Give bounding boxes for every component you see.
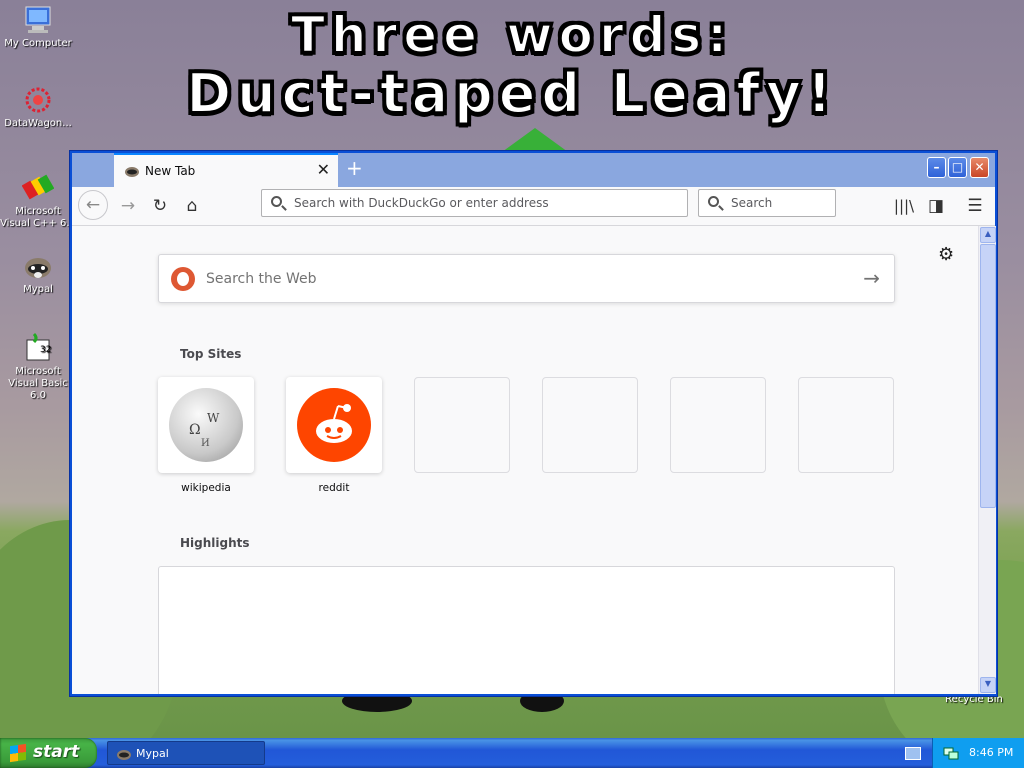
tab-strip: New Tab ✕ + – □ ✕ xyxy=(72,153,995,187)
desktop-icon-datawagon[interactable]: DataWagon... xyxy=(0,84,76,130)
visual-basic-icon: 32 xyxy=(22,332,54,364)
top-site-tile-wikipedia[interactable]: ΩW И xyxy=(158,377,254,473)
mypal-icon xyxy=(22,250,54,282)
web-search-box[interactable]: Search the Web → xyxy=(158,254,895,303)
wikipedia-icon: ΩW И xyxy=(169,388,243,462)
desktop-icon-label: Mypal xyxy=(23,284,53,295)
keyboard-icon[interactable] xyxy=(905,747,921,760)
top-site-tile-empty[interactable] xyxy=(670,377,766,473)
highlights-panel xyxy=(158,566,895,694)
search-placeholder: Search xyxy=(731,196,773,210)
meme-caption-line2: Duct-taped Leafy! xyxy=(185,61,838,126)
address-bar[interactable]: Search with DuckDuckGo or enter address xyxy=(261,189,688,217)
windows-logo-icon xyxy=(10,743,26,763)
search-icon xyxy=(271,196,282,207)
top-site-label: wikipedia xyxy=(181,482,231,494)
svg-text:32: 32 xyxy=(40,345,51,355)
highlights-heading: Highlights xyxy=(180,536,250,550)
address-placeholder: Search with DuckDuckGo or enter address xyxy=(294,196,549,210)
scroll-up-button[interactable]: ▲ xyxy=(980,227,996,243)
close-tab-icon[interactable]: ✕ xyxy=(317,160,330,179)
duckduckgo-icon xyxy=(171,267,195,291)
visual-cpp-icon xyxy=(21,172,55,204)
sidebar-icon[interactable]: ◨ xyxy=(922,192,950,220)
back-button[interactable]: ← xyxy=(78,190,108,220)
scroll-down-button[interactable]: ▼ xyxy=(980,677,996,693)
top-site-tile-empty[interactable] xyxy=(414,377,510,473)
forward-button[interactable]: → xyxy=(114,192,142,220)
vertical-scrollbar[interactable]: ▲ ▼ xyxy=(978,226,996,694)
desktop-icon-label: Microsoft Visual Basic 6.0 xyxy=(8,366,68,401)
desktop-icon-visual-basic[interactable]: 32 Microsoft Visual Basic 6.0 xyxy=(0,332,76,402)
taskbar-item-mypal[interactable]: Mypal xyxy=(107,741,265,765)
desktop-icon-label: Microsoft Visual C++ 6.0 xyxy=(0,206,76,229)
desktop-icon-label: My Computer xyxy=(4,38,72,49)
start-label: start xyxy=(33,742,80,762)
search-icon xyxy=(708,196,719,207)
mypal-icon xyxy=(117,750,131,760)
scrollbar-thumb[interactable] xyxy=(980,244,996,508)
home-button[interactable]: ⌂ xyxy=(178,192,206,220)
datawagon-icon xyxy=(22,84,54,116)
system-tray: 8:46 PM xyxy=(932,738,1024,768)
minimize-button[interactable]: – xyxy=(927,157,946,178)
library-icon[interactable]: |||\ xyxy=(890,192,918,220)
desktop-icon-label: DataWagon... xyxy=(4,118,72,129)
taskbar: start Mypal 8:46 PM xyxy=(0,738,1024,768)
reload-button[interactable]: ↻ xyxy=(146,192,174,220)
svg-text:W: W xyxy=(207,411,220,425)
arrow-right-icon[interactable]: → xyxy=(863,266,880,290)
close-window-button[interactable]: ✕ xyxy=(970,157,989,178)
desktop-icon-my-computer[interactable]: My Computer xyxy=(0,4,76,50)
top-sites-heading: Top Sites xyxy=(180,347,242,361)
reddit-icon xyxy=(297,388,371,462)
top-site-label: reddit xyxy=(318,482,350,494)
top-site-tile-empty[interactable] xyxy=(798,377,894,473)
maximize-button[interactable]: □ xyxy=(948,157,967,178)
menu-icon[interactable]: ☰ xyxy=(961,192,989,220)
taskbar-item-label: Mypal xyxy=(136,747,169,760)
clock: 8:46 PM xyxy=(969,746,1014,759)
web-search-placeholder: Search the Web xyxy=(206,271,317,287)
mypal-favicon-icon xyxy=(124,163,140,179)
meme-caption-line1: Three words: xyxy=(290,5,734,65)
svg-text:И: И xyxy=(201,438,210,449)
search-bar[interactable]: Search xyxy=(698,189,836,217)
network-icon[interactable] xyxy=(943,745,959,761)
tab-new-tab[interactable]: New Tab ✕ xyxy=(114,153,338,187)
desktop-icon-visual-cpp[interactable]: Microsoft Visual C++ 6.0 xyxy=(0,172,76,230)
tab-title: New Tab xyxy=(145,164,196,178)
new-tab-page: ⚙ Search the Web → Top Sites ΩW И wikiped… xyxy=(72,226,978,694)
navigation-toolbar: ← → ↻ ⌂ Search with DuckDuckGo or enter … xyxy=(72,187,995,226)
gear-icon[interactable]: ⚙ xyxy=(938,244,954,265)
top-site-tile-empty[interactable] xyxy=(542,377,638,473)
computer-icon xyxy=(22,4,54,36)
desktop-icon-mypal[interactable]: Mypal xyxy=(0,250,76,296)
start-button[interactable]: start xyxy=(0,738,97,768)
new-tab-button[interactable]: + xyxy=(346,156,363,180)
top-site-tile-reddit[interactable] xyxy=(286,377,382,473)
browser-window: New Tab ✕ + – □ ✕ ← → ↻ ⌂ Search with Du… xyxy=(69,150,998,697)
svg-text:Ω: Ω xyxy=(189,422,201,438)
